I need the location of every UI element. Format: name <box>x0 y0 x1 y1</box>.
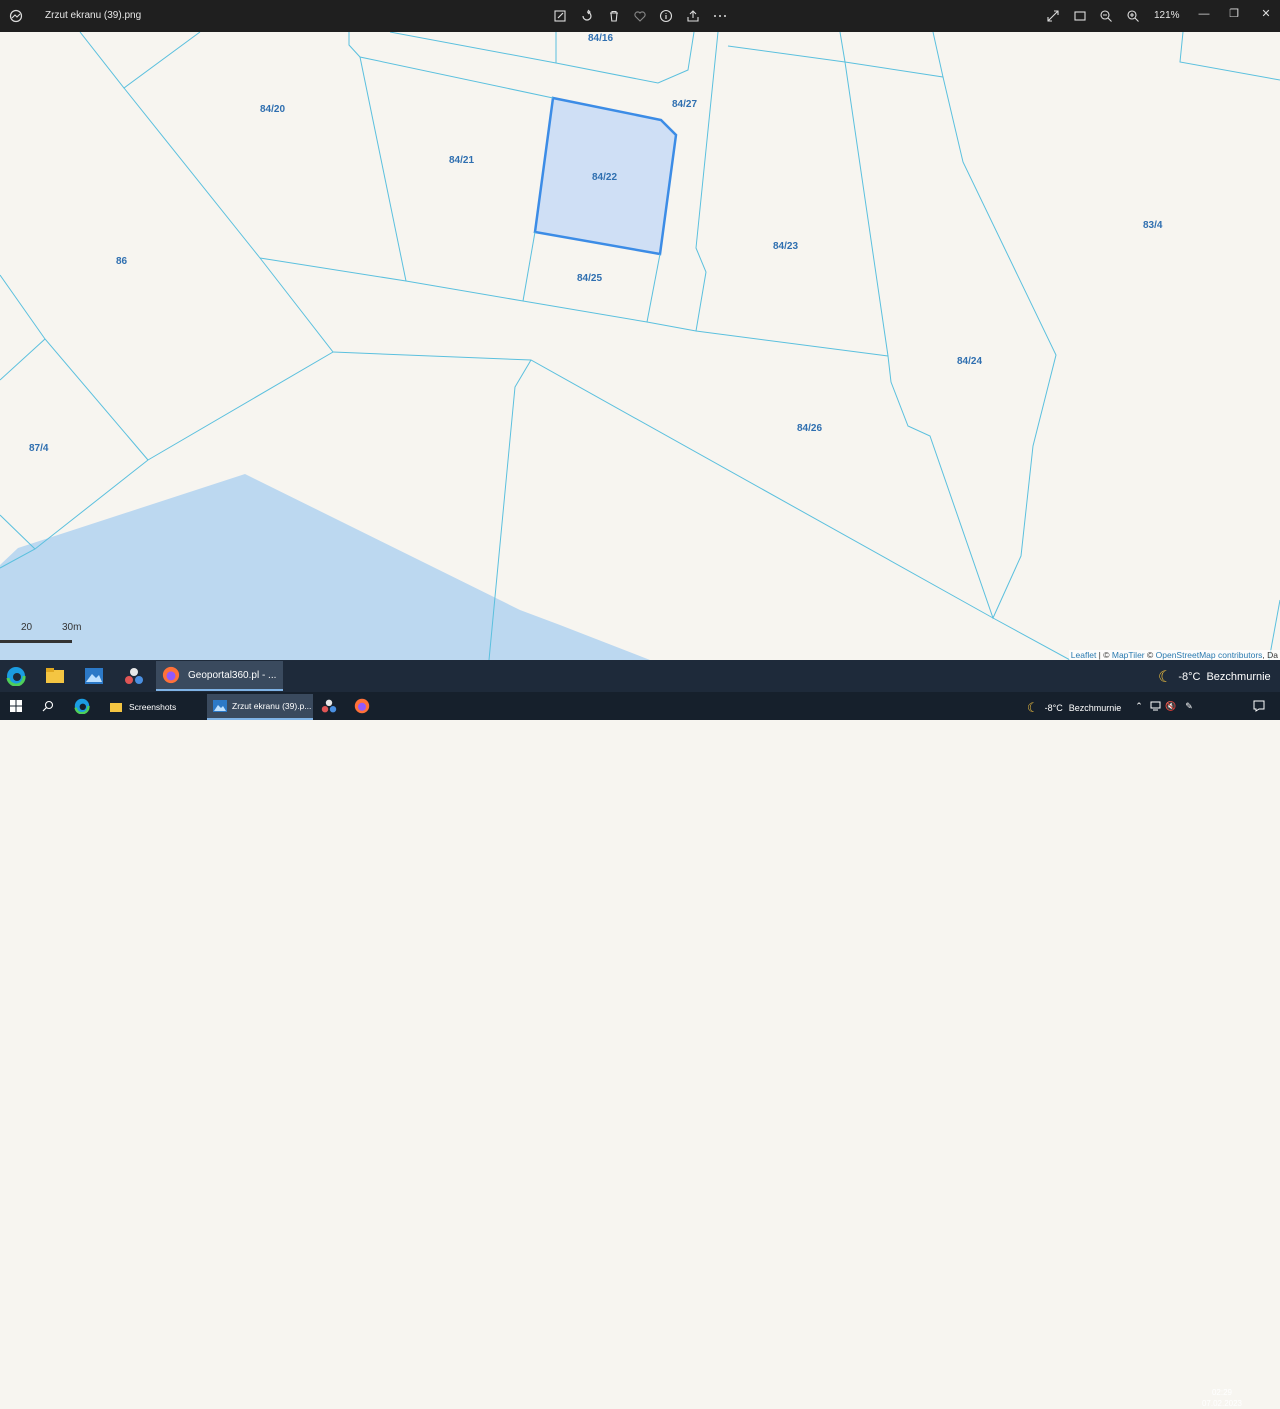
moon-icon: ☾ <box>1158 669 1173 686</box>
scale-label-left: 20 <box>21 622 33 633</box>
parcel-label: 83/4 <box>1143 220 1163 231</box>
share-icon[interactable] <box>684 7 702 25</box>
parcel-label: 84/26 <box>797 423 822 434</box>
taskbar-item-geoportal[interactable]: Geoportal360.pl - ... <box>156 661 283 691</box>
weather-widget[interactable]: ☾ -8°C Bezchmurnie <box>1158 667 1271 687</box>
minimize-button[interactable]: — <box>1194 4 1214 24</box>
network-icon[interactable] <box>1149 700 1161 712</box>
map-view[interactable]: 84/16 84/20 84/27 84/21 84/22 84/23 83/4… <box>0 32 1280 660</box>
map-attribution: Leaflet | © MapTiler © OpenStreetMap con… <box>1068 650 1280 660</box>
info-icon[interactable] <box>657 7 675 25</box>
maptiler-link[interactable]: MapTiler <box>1112 650 1145 660</box>
scale-bar: 20 30m <box>0 622 81 650</box>
rotate-icon[interactable] <box>578 7 596 25</box>
zoom-level[interactable]: 121% <box>1154 10 1180 21</box>
taskbar-lower: Screenshots Zrzut ekranu (39).p... ☾ -8°… <box>0 692 1280 1408</box>
water-area <box>0 474 650 660</box>
taskbar-item-screenshots[interactable]: Screenshots <box>104 694 202 720</box>
close-button[interactable]: ✕ <box>1256 4 1276 24</box>
fit-icon[interactable] <box>1071 7 1089 25</box>
parcel-label: 84/24 <box>957 356 982 367</box>
maximize-button[interactable]: ❐ <box>1224 4 1244 24</box>
taskbar-item-photo[interactable]: Zrzut ekranu (39).p... <box>207 694 313 720</box>
attribution-separator: | © <box>1096 650 1112 660</box>
pen-icon[interactable]: ✎ <box>1183 700 1195 712</box>
title-bar: Zrzut ekranu (39).png 121% — ❐ ✕ <box>0 0 1280 32</box>
parcel-label: 84/16 <box>588 33 613 44</box>
attribution-tail: , Da <box>1262 650 1278 660</box>
parcel-label: 84/25 <box>577 273 602 284</box>
parcel-label: 84/27 <box>672 99 697 110</box>
parcel-label: 84/20 <box>260 104 285 115</box>
edit-icon[interactable] <box>551 7 569 25</box>
weather-widget[interactable]: ☾ -8°C Bezchmurnie <box>1027 700 1121 716</box>
clock-time: 02:29 <box>1211 1388 1232 1397</box>
folder-icon <box>110 703 122 712</box>
weather-text: Bezchmurnie <box>1068 703 1122 713</box>
taskbar-item-label: Screenshots <box>129 702 177 712</box>
attribution-separator: © <box>1144 650 1156 660</box>
zoom-in-icon[interactable] <box>1124 7 1142 25</box>
taskbar-upper: Geoportal360.pl - ... ☾ -8°C Bezchmurnie <box>0 660 1280 692</box>
cadastral-map: 84/16 84/20 84/27 84/21 84/22 84/23 83/4… <box>0 32 1280 660</box>
weather-text: Bezchmurnie <box>1206 671 1271 683</box>
photos-icon <box>213 700 227 712</box>
zoom-out-icon[interactable] <box>1097 7 1115 25</box>
windows-start-icon[interactable] <box>9 699 23 713</box>
clock-date: 07.02.2023 <box>1201 1399 1242 1408</box>
moon-icon: ☾ <box>1027 700 1039 715</box>
taskbar-item-label: Zrzut ekranu (39).p... <box>232 701 312 711</box>
delete-icon[interactable] <box>605 7 623 25</box>
chevron-up-icon[interactable]: ⌃ <box>1133 700 1145 712</box>
notification-icon[interactable] <box>1252 699 1266 713</box>
favorite-icon[interactable] <box>631 7 649 25</box>
edge-icon[interactable] <box>73 697 91 715</box>
file-explorer-icon[interactable] <box>43 664 67 688</box>
volume-muted-icon[interactable]: 🔇 <box>1165 700 1177 712</box>
parcel-label: 84/22 <box>592 172 617 183</box>
more-icon[interactable] <box>711 7 729 25</box>
photos-icon[interactable] <box>82 664 106 688</box>
parcel-label: 87/4 <box>29 443 49 454</box>
parcel-label: 84/23 <box>773 241 798 252</box>
weather-temp: -8°C <box>1178 671 1201 683</box>
edge-icon[interactable] <box>4 664 28 688</box>
app-circles-icon[interactable] <box>122 664 146 688</box>
system-clock[interactable]: 02:29 07.02.2023 <box>1202 1387 1242 1409</box>
parcel-label: 84/21 <box>449 155 474 166</box>
taskbar-item-label: Geoportal360.pl - ... <box>188 669 277 681</box>
firefox-icon[interactable] <box>353 697 371 715</box>
window-title: Zrzut ekranu (39).png <box>45 10 142 21</box>
osm-link[interactable]: OpenStreetMap contributors <box>1156 650 1263 660</box>
weather-temp: -8°C <box>1044 703 1063 713</box>
photos-app-icon <box>9 9 23 23</box>
firefox-icon <box>162 666 180 684</box>
leaflet-link[interactable]: Leaflet <box>1071 650 1097 660</box>
scale-line <box>0 640 72 643</box>
scale-label-right: 30m <box>62 622 82 633</box>
app-circles-icon[interactable] <box>320 697 338 715</box>
fullscreen-icon[interactable] <box>1044 7 1062 25</box>
search-icon[interactable] <box>40 698 56 714</box>
parcel-label: 86 <box>116 256 128 267</box>
